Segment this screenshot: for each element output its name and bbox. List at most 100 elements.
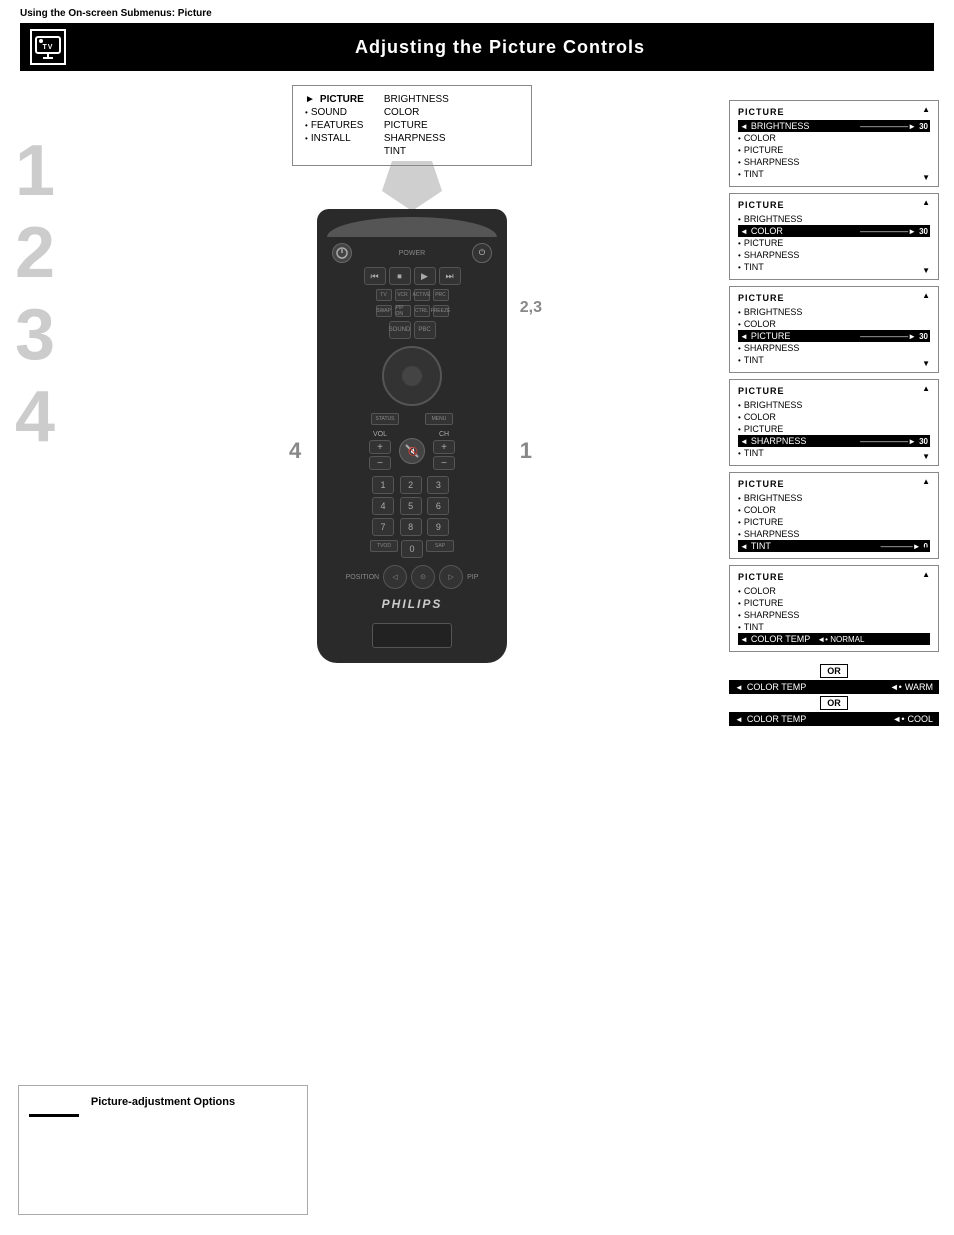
remote-mute-btn[interactable]: 🔇 xyxy=(399,438,425,464)
remote-vol-plus[interactable]: + xyxy=(369,440,391,454)
osd-item-sound: • SOUND xyxy=(305,107,364,118)
step-2-number: 2 xyxy=(15,217,95,289)
page-title: Adjusting the Picture Controls xyxy=(76,37,924,58)
remote-dpad-container xyxy=(382,346,442,406)
remote-tv-btn[interactable]: TV xyxy=(376,289,392,301)
ct-cool-label: COLOR TEMP xyxy=(747,714,806,724)
ct-cool-value: COOL xyxy=(907,714,933,724)
pic-menu-5-brightness: • BRIGHTNESS xyxy=(738,492,930,504)
pic-menu-1-brightness: ◄ BRIGHTNESS ——————► 30 xyxy=(738,120,930,132)
remote-pos-right[interactable]: ▷ xyxy=(439,565,463,589)
osd-main-menu: ► PICTURE • SOUND • FEATURES • xyxy=(292,85,532,166)
osd-label-picture: PICTURE xyxy=(320,94,364,105)
remote-vcr-btn[interactable]: VCR xyxy=(395,289,411,301)
pic-menu-1-down: ▼ xyxy=(922,173,930,182)
pic-menu-1-up: ▲ xyxy=(922,105,930,114)
remote-btn-6[interactable]: 6 xyxy=(427,497,449,515)
remote-btn-1[interactable]: 1 xyxy=(372,476,394,494)
pic-menu-5-down: ▼ xyxy=(922,545,930,554)
remote-btn-3[interactable]: 3 xyxy=(427,476,449,494)
remote-pos-row: POSITION ◁ ⊙ ▷ PIP xyxy=(346,565,479,589)
remote-pos-left[interactable]: ◁ xyxy=(383,565,407,589)
page-container: Using the On-screen Submenus: Picture TV… xyxy=(0,0,954,738)
step-23-label: 2,3 xyxy=(520,299,542,317)
pic-menu-2-color: ◄ COLOR ——————► 30 xyxy=(738,225,930,237)
osd-item-picture: ► PICTURE xyxy=(305,94,364,105)
remote-btn-4[interactable]: 4 xyxy=(372,497,394,515)
remote-active-btn[interactable]: ACTIVE xyxy=(414,289,430,301)
remote-sap-btn[interactable]: SAP xyxy=(426,540,454,552)
remote-ch-plus[interactable]: + xyxy=(433,440,455,454)
remote-btn-0[interactable]: 0 xyxy=(401,540,423,558)
pic-menu-5-sharpness: • SHARPNESS xyxy=(738,528,930,540)
osd-sub-brightness: BRIGHTNESS xyxy=(384,94,449,105)
remote-nav-row: ⏮ ⏹ ▶ ⏭ xyxy=(364,267,461,285)
osd-label-install: INSTALL xyxy=(311,133,351,144)
ct-bar-cool: ◄ COLOR TEMP ◄• COOL xyxy=(729,712,939,726)
main-content: 1 2 3 4 ► PICTURE • SOUND xyxy=(0,75,954,738)
step-1-number: 1 xyxy=(15,135,95,207)
osd-dot-sound: • xyxy=(305,108,308,117)
remote-pos-center[interactable]: ⊙ xyxy=(411,565,435,589)
remote-menu-btn[interactable]: MENU xyxy=(425,413,453,425)
remote-btn-9[interactable]: 9 xyxy=(427,518,449,536)
remote-dpad[interactable] xyxy=(382,346,442,406)
remote-btn-2[interactable]: 2 xyxy=(400,476,422,494)
remote-pbc-btn[interactable]: PBC xyxy=(414,321,436,339)
pic-menu-6-colortemp: ◄ COLOR TEMP ◄• NORMAL xyxy=(738,633,930,645)
remote-rewind-btn[interactable]: ⏮ xyxy=(364,267,386,285)
remote-small-row: TV VCR ACTIVE PRC xyxy=(327,289,497,301)
pic-menu-2-brightness: • BRIGHTNESS xyxy=(738,213,930,225)
pic-menu-1-tint: • TINT xyxy=(738,168,930,180)
svg-text:🔇: 🔇 xyxy=(408,446,418,456)
remote-btn-5[interactable]: 5 xyxy=(400,497,422,515)
remote-vol-minus[interactable]: − xyxy=(369,456,391,470)
pic-menu-2: ▲ PICTURE • BRIGHTNESS ◄ COLOR ——————► 3… xyxy=(729,193,939,280)
remote-vol-block: VOL + − xyxy=(369,431,391,470)
remote-sound-btn[interactable]: SOUND xyxy=(389,321,411,339)
pic-menu-3-title: PICTURE xyxy=(738,293,930,303)
remote-input-selector[interactable] xyxy=(372,623,452,648)
remote-btn-8[interactable]: 8 xyxy=(400,518,422,536)
remote-ch-block: CH + − xyxy=(433,431,455,470)
remote-play-btn[interactable]: ▶ xyxy=(414,267,436,285)
remote-power-label: POWER xyxy=(399,250,425,257)
remote-tvod-btn[interactable]: TVOD xyxy=(370,540,398,552)
remote-ctrl-btn[interactable]: CTRL xyxy=(414,305,430,317)
picture-adjustment-box: Picture-adjustment Options xyxy=(18,1085,308,1215)
osd-item-features: • FEATURES xyxy=(305,120,364,131)
pic-menu-3-color: • COLOR xyxy=(738,318,930,330)
remote-prc-btn[interactable]: PRC xyxy=(433,289,449,301)
remote-swap-row: SWAP PIP ON CTRL FREEZE xyxy=(327,305,497,317)
step-4-number: 4 xyxy=(15,381,95,453)
pic-menu-4-picture: • PICTURE xyxy=(738,423,930,435)
pic-menu-5-title: PICTURE xyxy=(738,479,930,489)
remote-stop-btn[interactable]: ⏹ xyxy=(389,267,411,285)
remote-standby-btn[interactable] xyxy=(332,243,352,263)
remote-ffwd-btn[interactable]: ⏭ xyxy=(439,267,461,285)
remote-pip-btn[interactable]: PIP ON xyxy=(395,305,411,317)
pic-menu-6-title: PICTURE xyxy=(738,572,930,582)
remote-freeze-btn[interactable]: FREEZE xyxy=(433,305,449,317)
pic-menu-4-down: ▼ xyxy=(922,452,930,461)
step-1-label: 1 xyxy=(520,438,532,464)
remote-status-btn[interactable]: STATUS xyxy=(371,413,399,425)
pic-menu-5: ▲ PICTURE • BRIGHTNESS • COLOR • PICTURE… xyxy=(729,472,939,559)
pic-menu-3-brightness: • BRIGHTNESS xyxy=(738,306,930,318)
remote-position-label: POSITION xyxy=(346,574,379,581)
pic-menu-4-color: • COLOR xyxy=(738,411,930,423)
ct-bar-warm: ◄ COLOR TEMP ◄• WARM xyxy=(729,680,939,694)
pic-menu-2-up: ▲ xyxy=(922,198,930,207)
remote-special-row: TVOD 0 SAP xyxy=(327,540,497,558)
osd-to-remote-arrow xyxy=(372,161,452,214)
remote-power-btn[interactable]: ⏻ xyxy=(472,243,492,263)
pic-menu-2-title: PICTURE xyxy=(738,200,930,210)
remote-swap-btn[interactable]: SWAP xyxy=(376,305,392,317)
remote-btn-7[interactable]: 7 xyxy=(372,518,394,536)
ct-or-2: OR xyxy=(729,696,939,710)
remote-ch-minus[interactable]: − xyxy=(433,456,455,470)
ct-or-1: OR xyxy=(729,664,939,678)
pic-menu-6-picture: • PICTURE xyxy=(738,597,930,609)
pic-menu-3-tint: • TINT xyxy=(738,354,930,366)
remote-dpad-center[interactable] xyxy=(402,366,422,386)
